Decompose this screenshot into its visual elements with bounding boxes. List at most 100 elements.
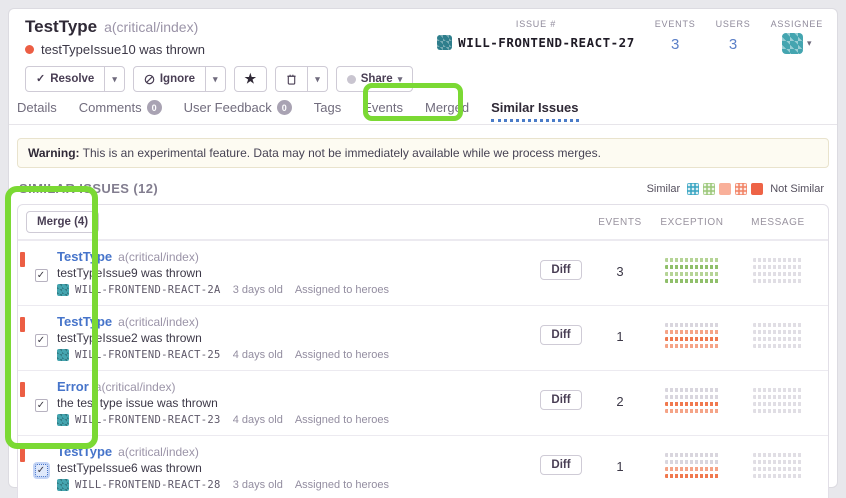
issue-detail-card: TestTypea(critical/index) testTypeIssue1… xyxy=(8,8,838,488)
stat-users: USERS 3 xyxy=(716,19,751,54)
issue-title-link[interactable]: TestType xyxy=(57,249,112,264)
column-header-exception: EXCEPTION xyxy=(648,217,736,228)
experimental-warning-banner: Warning: This is an experimental feature… xyxy=(17,138,829,168)
mute-icon xyxy=(144,74,155,85)
issue-age: 3 days old xyxy=(233,479,283,491)
bookmark-star-button[interactable]: ★ xyxy=(234,66,268,92)
project-icon xyxy=(57,479,69,491)
resolve-button[interactable]: ✓ Resolve xyxy=(25,66,105,92)
tab-tags[interactable]: Tags xyxy=(314,100,341,124)
issue-short-id: WILL-FRONTEND-REACT-28 xyxy=(75,479,221,491)
issue-short-id: WILL-FRONTEND-REACT-23 xyxy=(75,414,221,426)
events-count: 1 xyxy=(592,329,648,344)
message-similarity-bars xyxy=(736,323,820,348)
ignore-dropdown-button[interactable]: ▾ xyxy=(206,66,226,92)
check-icon: ✓ xyxy=(36,74,45,85)
resolve-dropdown-button[interactable]: ▾ xyxy=(105,66,125,92)
tab-user-feedback[interactable]: User Feedback0 xyxy=(184,100,292,124)
project-icon xyxy=(437,35,452,50)
issue-title-link[interactable]: Error xyxy=(57,379,89,394)
merge-button[interactable]: Merge (4) xyxy=(26,211,99,233)
tab-comments[interactable]: Comments0 xyxy=(79,100,162,124)
delete-button[interactable] xyxy=(275,66,308,92)
chevron-down-icon: ▾ xyxy=(213,75,218,84)
stat-events: EVENTS 3 xyxy=(655,19,696,54)
delete-dropdown-button[interactable]: ▾ xyxy=(308,66,328,92)
page-title: TestTypea(critical/index) xyxy=(25,17,205,37)
project-icon xyxy=(57,349,69,361)
issue-title-link[interactable]: TestType xyxy=(57,314,112,329)
assignee-dropdown[interactable]: ▾ xyxy=(771,33,823,54)
issue-stats: ISSUE # WILL-FRONTEND-REACT-27 EVENTS 3 … xyxy=(437,19,823,54)
users-count-link[interactable]: 3 xyxy=(716,36,751,53)
tab-merged[interactable]: Merged xyxy=(425,100,469,124)
issue-culprit: a(critical/index) xyxy=(95,380,176,394)
row-checkbox[interactable] xyxy=(35,334,48,347)
issue-short-id: WILL-FRONTEND-REACT-25 xyxy=(75,349,221,361)
stat-assignee: ASSIGNEE ▾ xyxy=(771,19,823,54)
message-similarity-bars xyxy=(736,258,820,283)
message-similarity-bars xyxy=(736,453,820,478)
project-icon xyxy=(57,414,69,426)
diff-button[interactable]: Diff xyxy=(540,260,581,280)
events-count: 3 xyxy=(592,264,648,279)
issue-assignee: Assigned to heroes xyxy=(295,479,389,491)
issue-message: the test type issue was thrown xyxy=(57,396,530,410)
trash-icon xyxy=(286,73,297,85)
exception-similarity-bars xyxy=(648,453,736,478)
row-checkbox[interactable] xyxy=(35,464,48,477)
column-header-events: EVENTS xyxy=(592,217,648,228)
issue-assignee: Assigned to heroes xyxy=(295,284,389,296)
issue-message: testTypeIssue2 was thrown xyxy=(57,331,530,345)
similar-issue-row: TestTypea(critical/index) testTypeIssue6… xyxy=(18,435,828,498)
chevron-down-icon: ▾ xyxy=(398,75,403,84)
project-icon xyxy=(57,284,69,296)
similarity-legend: Similar Not Similar xyxy=(644,183,827,195)
panel-toolbar: Merge (4) EVENTS EXCEPTION MESSAGE xyxy=(18,205,828,240)
action-bar: ✓ Resolve ▾ Ignore ▾ ★ xyxy=(25,66,823,92)
feedback-count-badge: 0 xyxy=(277,100,292,115)
ignore-button[interactable]: Ignore xyxy=(133,66,206,92)
events-count-link[interactable]: 3 xyxy=(655,36,696,53)
issue-culprit: a(critical/index) xyxy=(118,250,199,264)
chevron-down-icon: ▾ xyxy=(315,75,320,84)
issue-assignee: Assigned to heroes xyxy=(295,349,389,361)
tab-events[interactable]: Events xyxy=(363,100,403,124)
row-checkbox[interactable] xyxy=(35,269,48,282)
issue-culprit: a(critical/index) xyxy=(118,315,199,329)
similar-issue-row: Error a(critical/index) the test type iss… xyxy=(18,370,828,435)
section-title: SIMILAR ISSUES (12) xyxy=(19,181,158,196)
row-checkbox[interactable] xyxy=(35,399,48,412)
exception-similarity-bars xyxy=(648,323,736,348)
issue-assignee: Assigned to heroes xyxy=(295,414,389,426)
tab-similar-issues[interactable]: Similar Issues xyxy=(491,100,578,124)
issue-short-id: WILL-FRONTEND-REACT-2A xyxy=(75,284,221,296)
assignee-avatar xyxy=(782,33,803,54)
star-icon: ★ xyxy=(245,71,257,87)
diff-button[interactable]: Diff xyxy=(540,390,581,410)
share-status-icon xyxy=(347,75,356,84)
similar-issues-panel: Merge (4) EVENTS EXCEPTION MESSAGE TestT… xyxy=(17,204,829,498)
diff-button[interactable]: Diff xyxy=(540,325,581,345)
column-header-message: MESSAGE xyxy=(736,217,820,228)
comments-count-badge: 0 xyxy=(147,100,162,115)
events-count: 1 xyxy=(592,459,648,474)
app-screen: TestTypea(critical/index) testTypeIssue1… xyxy=(0,0,846,498)
issue-age: 4 days old xyxy=(233,414,283,426)
exception-similarity-bars xyxy=(648,388,736,413)
issue-culprit: a(critical/index) xyxy=(118,445,199,459)
similar-issue-row: TestType a(critical/index) testTypeIssue2… xyxy=(18,305,828,370)
issue-header: TestTypea(critical/index) testTypeIssue1… xyxy=(9,9,837,92)
issue-age: 3 days old xyxy=(233,284,283,296)
share-button[interactable]: Share ▾ xyxy=(336,66,414,92)
message-similarity-bars xyxy=(736,388,820,413)
similarity-scale xyxy=(687,183,763,195)
issue-message: testTypeIssue9 was thrown xyxy=(57,266,530,280)
issue-title-link[interactable]: TestType xyxy=(57,444,112,459)
diff-button[interactable]: Diff xyxy=(540,455,581,475)
stat-issue-id: ISSUE # WILL-FRONTEND-REACT-27 xyxy=(437,19,635,54)
similar-issue-row: TestType a(critical/index) testTypeIssue9… xyxy=(18,240,828,305)
tab-details[interactable]: Details xyxy=(17,100,57,124)
tab-content: Warning: This is an experimental feature… xyxy=(9,125,837,498)
exception-similarity-bars xyxy=(648,258,736,283)
